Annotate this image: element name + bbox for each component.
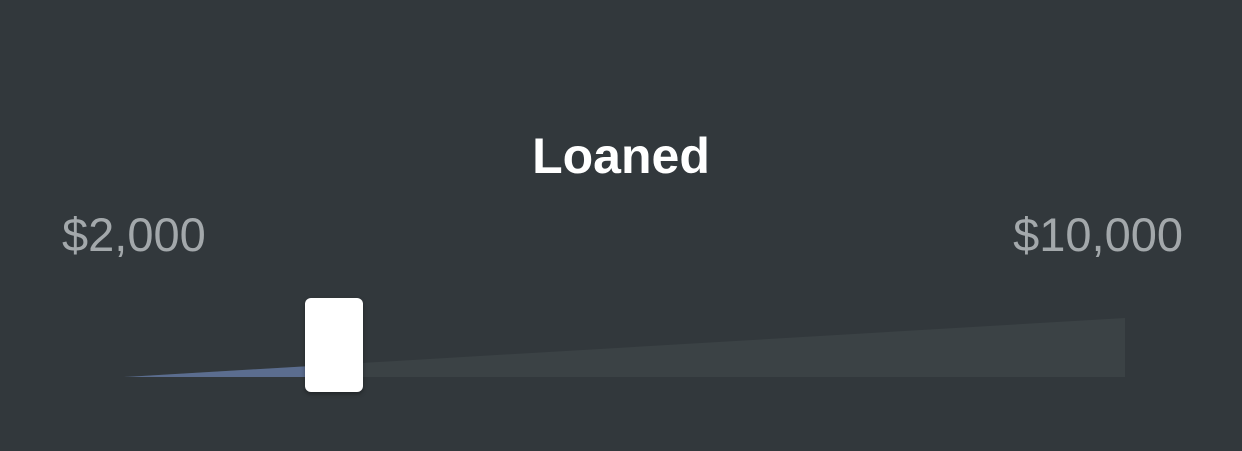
slider-track[interactable] [0, 0, 1242, 451]
loan-amount-slider[interactable] [0, 0, 1242, 451]
slider-thumb[interactable] [305, 298, 364, 392]
slider-track-fill [124, 364, 335, 377]
